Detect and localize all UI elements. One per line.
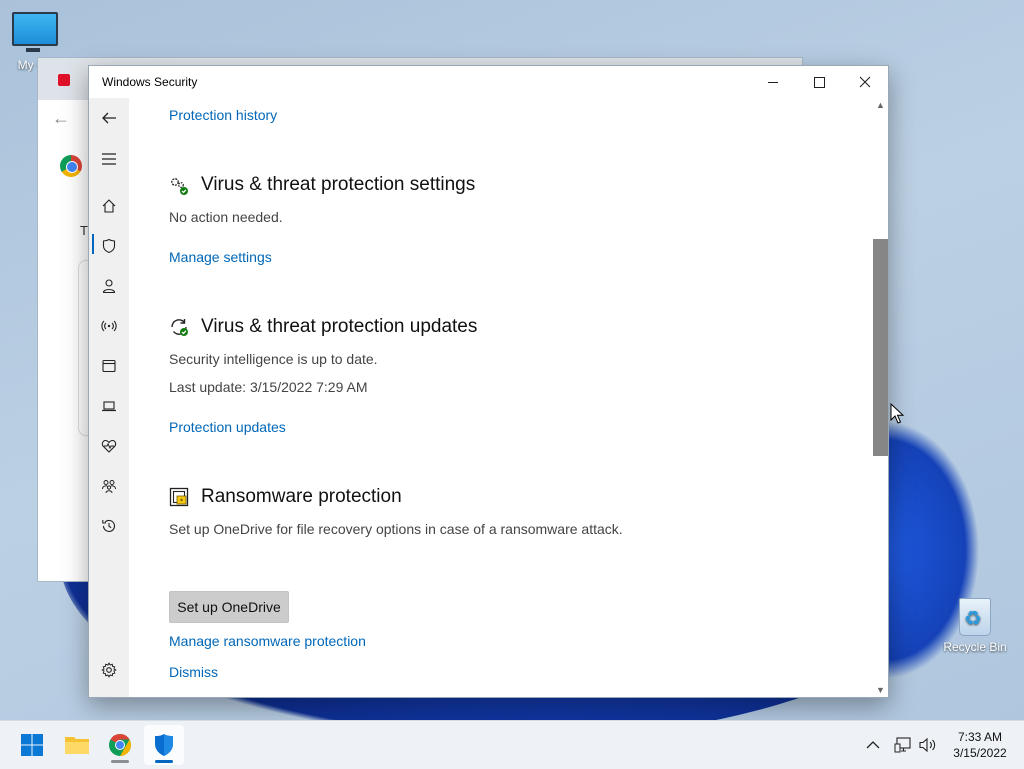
- refresh-check-icon: [171, 319, 188, 336]
- scroll-down-arrow-icon[interactable]: ▼: [873, 683, 888, 697]
- nav-device-performance[interactable]: [89, 428, 129, 464]
- settings-status-text: No action needed.: [169, 209, 283, 225]
- setup-onedrive-button[interactable]: Set up OneDrive: [169, 591, 289, 623]
- nav-device-security[interactable]: [89, 388, 129, 424]
- heart-icon: [101, 439, 117, 453]
- windows-security-icon: [155, 734, 173, 756]
- vertical-scrollbar[interactable]: ▲ ▼: [873, 98, 888, 697]
- tray-network[interactable]: [894, 721, 912, 769]
- mouse-cursor-icon: [890, 403, 904, 424]
- title-bar[interactable]: Windows Security: [89, 66, 888, 98]
- taskbar-file-explorer[interactable]: [57, 725, 97, 765]
- settings-icon: [101, 662, 117, 678]
- clock-date: 3/15/2022: [953, 746, 1007, 760]
- hamburger-icon: [102, 153, 116, 165]
- ransomware-section-title: Ransomware protection: [201, 486, 402, 507]
- laptop-icon: [102, 401, 116, 412]
- minimize-icon: [768, 81, 778, 83]
- manage-settings-link[interactable]: Manage settings: [169, 249, 272, 265]
- recycle-bin-icon: ♻: [959, 598, 991, 636]
- close-button[interactable]: [842, 66, 888, 98]
- taskbar-chrome[interactable]: [100, 725, 140, 765]
- nav-protection-history[interactable]: [89, 508, 129, 544]
- protection-updates-link[interactable]: Protection updates: [169, 419, 286, 435]
- windows-security-window[interactable]: Windows Security Protection history Viru…: [88, 65, 889, 698]
- running-indicator: [111, 760, 129, 763]
- scroll-up-arrow-icon[interactable]: ▲: [873, 98, 888, 112]
- chevron-up-icon: [866, 741, 880, 749]
- minimize-button[interactable]: [750, 66, 796, 98]
- menu-button[interactable]: [89, 141, 129, 177]
- settings-section-title: Virus & threat protection settings: [201, 174, 476, 195]
- monitor-icon: [12, 12, 58, 52]
- nav-family-options[interactable]: [89, 468, 129, 504]
- file-explorer-icon: [65, 737, 89, 754]
- windows-start-icon: [21, 734, 43, 756]
- nav-virus-threat-protection[interactable]: [89, 228, 129, 264]
- clock-time: 7:33 AM: [957, 730, 1003, 744]
- last-update-text: Last update: 3/15/2022 7:29 AM: [169, 379, 368, 395]
- nav-home[interactable]: [89, 188, 129, 224]
- taskbar-windows-security[interactable]: [144, 725, 184, 765]
- nav-settings[interactable]: [89, 652, 129, 688]
- desktop-icon-recycle-bin[interactable]: ♻ Recycle Bin: [940, 598, 1010, 654]
- shield-icon: [102, 238, 116, 254]
- app-browser-icon: [102, 359, 116, 373]
- updates-status-text: Security intelligence is up to date.: [169, 351, 378, 367]
- nav-account-protection[interactable]: [89, 268, 129, 304]
- nav-firewall-network[interactable]: [89, 308, 129, 344]
- start-button[interactable]: [12, 725, 52, 765]
- ransomware-folder-icon: [169, 487, 189, 507]
- back-button[interactable]: [89, 100, 129, 136]
- tab-favicon-icon: [58, 74, 70, 86]
- home-icon: [102, 199, 116, 213]
- nav-rail: [89, 98, 129, 697]
- person-icon: [102, 279, 116, 294]
- nav-app-browser-control[interactable]: [89, 348, 129, 384]
- maximize-button[interactable]: [796, 66, 842, 98]
- maximize-icon: [813, 76, 825, 88]
- chrome-page-text: T: [80, 223, 88, 238]
- active-indicator: [155, 760, 173, 763]
- chrome-icon: [60, 155, 82, 177]
- history-icon: [102, 519, 116, 532]
- family-icon: [102, 480, 116, 494]
- close-icon: [859, 76, 871, 88]
- desktop-icon-label: Recycle Bin: [943, 640, 1007, 654]
- manage-ransomware-protection-link[interactable]: Manage ransomware protection: [169, 633, 366, 649]
- scrollbar-thumb[interactable]: [873, 239, 888, 456]
- back-arrow-icon[interactable]: ←: [52, 108, 70, 129]
- ransomware-description: Set up OneDrive for file recovery option…: [169, 521, 623, 537]
- network-icon: [894, 737, 911, 753]
- wireless-icon: [101, 320, 117, 332]
- protection-history-link[interactable]: Protection history: [169, 107, 277, 123]
- tray-volume[interactable]: [919, 721, 937, 769]
- taskbar: 7:33 AM 3/15/2022: [0, 720, 1024, 769]
- back-arrow-icon: [102, 112, 116, 124]
- updates-section-title: Virus & threat protection updates: [201, 316, 478, 337]
- volume-icon: [919, 737, 936, 753]
- taskbar-clock[interactable]: 7:33 AM 3/15/2022: [940, 729, 1020, 761]
- content-pane: Protection history Virus & threat protec…: [129, 98, 873, 697]
- window-title: Windows Security: [102, 75, 198, 89]
- gears-check-icon: [171, 178, 188, 195]
- chrome-icon: [109, 734, 131, 756]
- dismiss-link[interactable]: Dismiss: [169, 664, 218, 680]
- tray-overflow-button[interactable]: [866, 721, 880, 769]
